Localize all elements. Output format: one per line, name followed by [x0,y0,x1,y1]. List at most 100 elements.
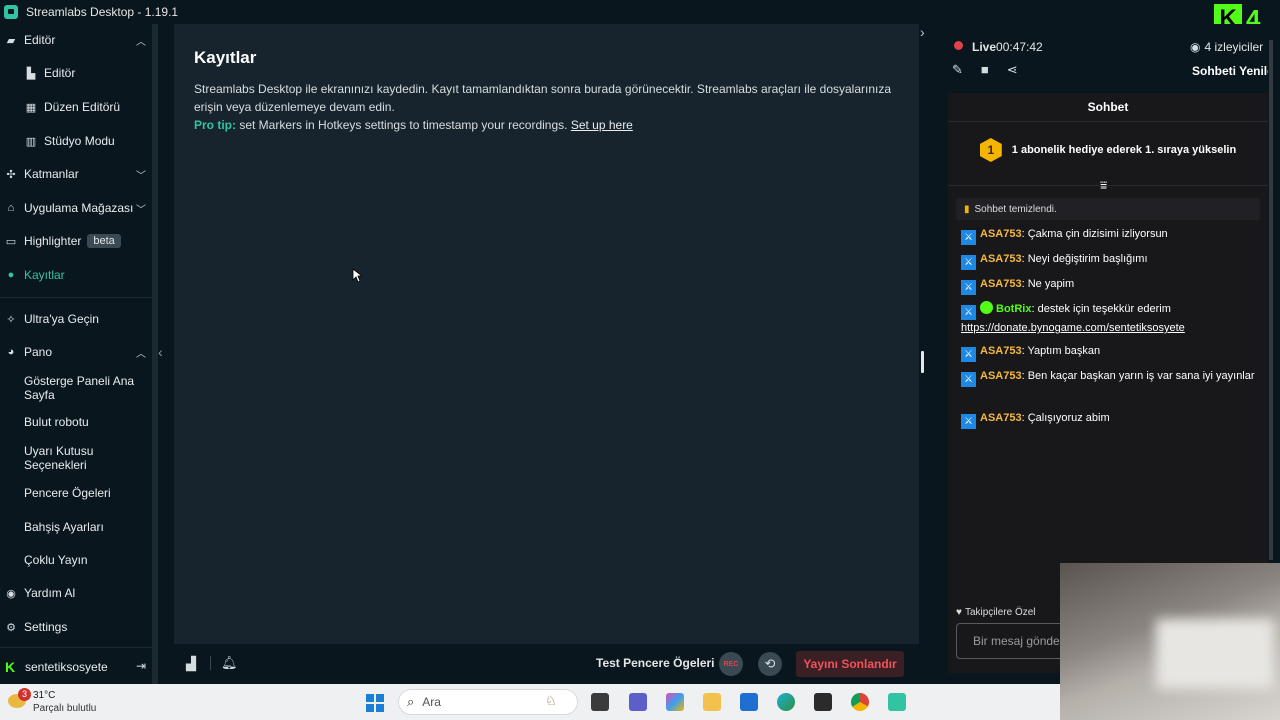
sidebar-group-editor[interactable]: ▰ Editör ︿ [0,27,152,53]
chat-message: ⚔ ASA753: Ne yapim [961,276,1261,295]
chat-username[interactable]: ASA753 [980,228,1022,240]
sidebar-item-layers[interactable]: ✣ Katmanlar ﹀ [0,161,152,187]
sidebar-item-label: Bahşiş Ayarları [24,520,104,534]
sidebar-item-settings[interactable]: ⚙ Settings [0,614,152,640]
chat-message: ⚔ ASA753: Yaptım başkan [961,343,1261,362]
chevron-down-icon: ﹀ [136,205,146,216]
copilot-icon[interactable] [666,693,684,711]
sidebar-item-widgets[interactable]: Pencere Ögeleri [0,480,152,506]
trash-icon: ▮ [964,203,970,215]
viewer-count: ◉ 4 izleyiciler [1190,40,1263,54]
sidebar-item-label: Yardım Al [24,586,76,600]
chat-username[interactable]: ASA753 [980,253,1022,265]
chat-message: ⚔ ASA753: Ben kaçar başkan yarın iş var s… [961,368,1261,387]
user-account-bar[interactable]: K sentetiksosyete ⇥ [0,654,152,680]
refresh-chat-button[interactable]: Sohbeti Yenile [1192,64,1274,78]
chat-text: Ne yapim [1027,278,1075,290]
scrollbar-thumb[interactable] [1269,40,1273,560]
live-label: Live [972,40,997,54]
panel-resize-handle[interactable] [921,351,924,373]
chat-username[interactable]: BotRix [996,303,1031,315]
end-stream-button[interactable]: Yayını Sonlandır [796,651,904,677]
sidebar-item-label: Pencere Ögeleri [24,486,111,500]
followers-only-label: Takipçilere Özel [964,607,1036,618]
sidebar-item-ultra[interactable]: ✧ Ultra'ya Geçin [0,306,152,332]
sidebar-item-studio-mode[interactable]: ▥ Stüdyo Modu [0,128,152,154]
app-icon[interactable] [814,693,832,711]
footer-divider [210,656,211,670]
chat-divider [948,185,1268,186]
search-placeholder: Ara [422,695,441,709]
help-icon: ◉ [6,587,16,600]
chrome-icon[interactable] [851,693,869,711]
chat-header: Sohbet [948,93,1268,122]
search-highlight-deer-icon: ♘ [545,693,557,708]
sidebar-item-help[interactable]: ◉ Yardım Al [0,580,152,606]
chat-message: ⚔ ASA753: Çakma çin dizisimi izliyorsun [961,226,1261,245]
sidebar-item-label: Bulut robotu [24,415,89,429]
sidebar-item-cloudbot[interactable]: Bulut robotu [0,409,152,435]
sidebar-item-label: Düzen Editörü [44,100,121,114]
file-explorer-icon[interactable] [703,693,721,711]
collapse-chat-chevron-icon[interactable]: › [920,24,925,40]
chat-username[interactable]: ASA753 [980,278,1022,290]
followers-only-mode: ♥ Takipçilere Özel [956,607,1036,618]
chat-text: Ben kaçar başkan yarın iş var sana iyi y… [1027,370,1255,382]
chat-cleared-text: Sohbet temizlendi. [974,203,1057,215]
microsoft-store-icon[interactable] [740,693,758,711]
edit-stream-info-icon[interactable]: ✎ [952,62,963,78]
teams-icon[interactable] [629,693,647,711]
webcam-light [1156,619,1274,689]
donate-link[interactable]: https://donate.bynogame.com/sentetiksosy… [961,322,1185,334]
sidebar-item-label: Settings [24,620,68,634]
bell-icon[interactable]: 🔔︎ [221,655,238,671]
username: sentetiksosyete [25,660,108,674]
performance-stats-icon[interactable]: ▟ [186,656,196,672]
live-indicator-dot [954,41,963,50]
chat-scrollbar[interactable] [1268,24,1280,564]
chat-text: Çalışıyoruz abim [1027,412,1110,424]
sidebar-item-dashboard-home[interactable]: Gösterge Paneli Ana Sayfa [0,373,152,403]
edge-icon[interactable] [777,693,795,711]
studio-footer: ▟ 🔔︎ Test Pencere Ögeleri REC ⟲ Yayını S… [174,644,919,684]
logout-icon[interactable]: ⇥ [136,659,146,673]
pro-tip-text: set Markers in Hotkeys settings to times… [239,118,568,132]
chat-username[interactable]: ASA753 [980,412,1022,424]
test-widgets-button[interactable]: Test Pencere Ögeleri [596,656,715,670]
taskbar-search[interactable]: ⌕ Ara ♘ [398,689,578,715]
pro-tip-label: Pro tip: [194,118,236,132]
sidebar-item-layout-editor[interactable]: ▦ Düzen Editörü [0,94,152,120]
mouse-cursor-icon [352,268,362,283]
studio-mode-icon: ▥ [25,135,37,148]
sidebar-item-recordings[interactable]: ● Kayıtlar [0,262,152,288]
weather-widget[interactable]: 3 31°C Parçalı bulutlu [6,688,116,716]
sidebar-item-alertbox[interactable]: Uyarı Kutusu Seçenekleri [0,443,152,473]
page-title: Kayıtlar [194,48,257,67]
replay-buffer-icon[interactable]: ⟲ [758,652,782,676]
windows-start-icon[interactable] [366,694,384,712]
sidebar-item-editor[interactable]: ▙ Editör [0,60,152,86]
viewer-count-text: 4 izleyiciler [1204,40,1264,54]
moderator-badge-icon: ⚔ [961,414,976,429]
gift-leaderboard-banner[interactable]: 1 1 abonelik hediye ederek 1. sıraya yük… [948,123,1268,177]
recordings-page: Kayıtlar Streamlabs Desktop ile ekranını… [174,24,919,644]
collapse-sidebar-chevron-icon[interactable]: ‹ [158,344,163,360]
sidebar-group-dashboard[interactable]: ◕ Pano ︿ [0,339,152,365]
sidebar-item-label: Ultra'ya Geçin [24,312,99,326]
rank-medal-icon: 1 [979,138,1002,162]
record-button[interactable]: REC [719,652,743,676]
task-view-icon[interactable] [591,693,609,711]
streamlabs-taskbar-icon[interactable] [888,693,906,711]
sidebar-item-donation-settings[interactable]: Bahşiş Ayarları [0,514,152,540]
sidebar-item-app-store[interactable]: ⌂ Uygulama Mağazası ﹀ [0,195,152,221]
sidebar-item-multistream[interactable]: Çoklu Yayın [0,547,152,573]
share-icon[interactable]: ⋖ [1007,62,1018,78]
chat-username[interactable]: ASA753 [980,370,1022,382]
set-up-here-link[interactable]: Set up here [571,118,633,132]
kick-logo-icon: K [5,659,16,675]
chat-username[interactable]: ASA753 [980,345,1022,357]
heart-icon: ♥ [956,607,962,618]
sidebar-item-highlighter[interactable]: ▭ Highlighter beta [0,228,152,254]
sidebar-divider [0,647,152,648]
camera-icon[interactable]: ■ [981,62,989,78]
